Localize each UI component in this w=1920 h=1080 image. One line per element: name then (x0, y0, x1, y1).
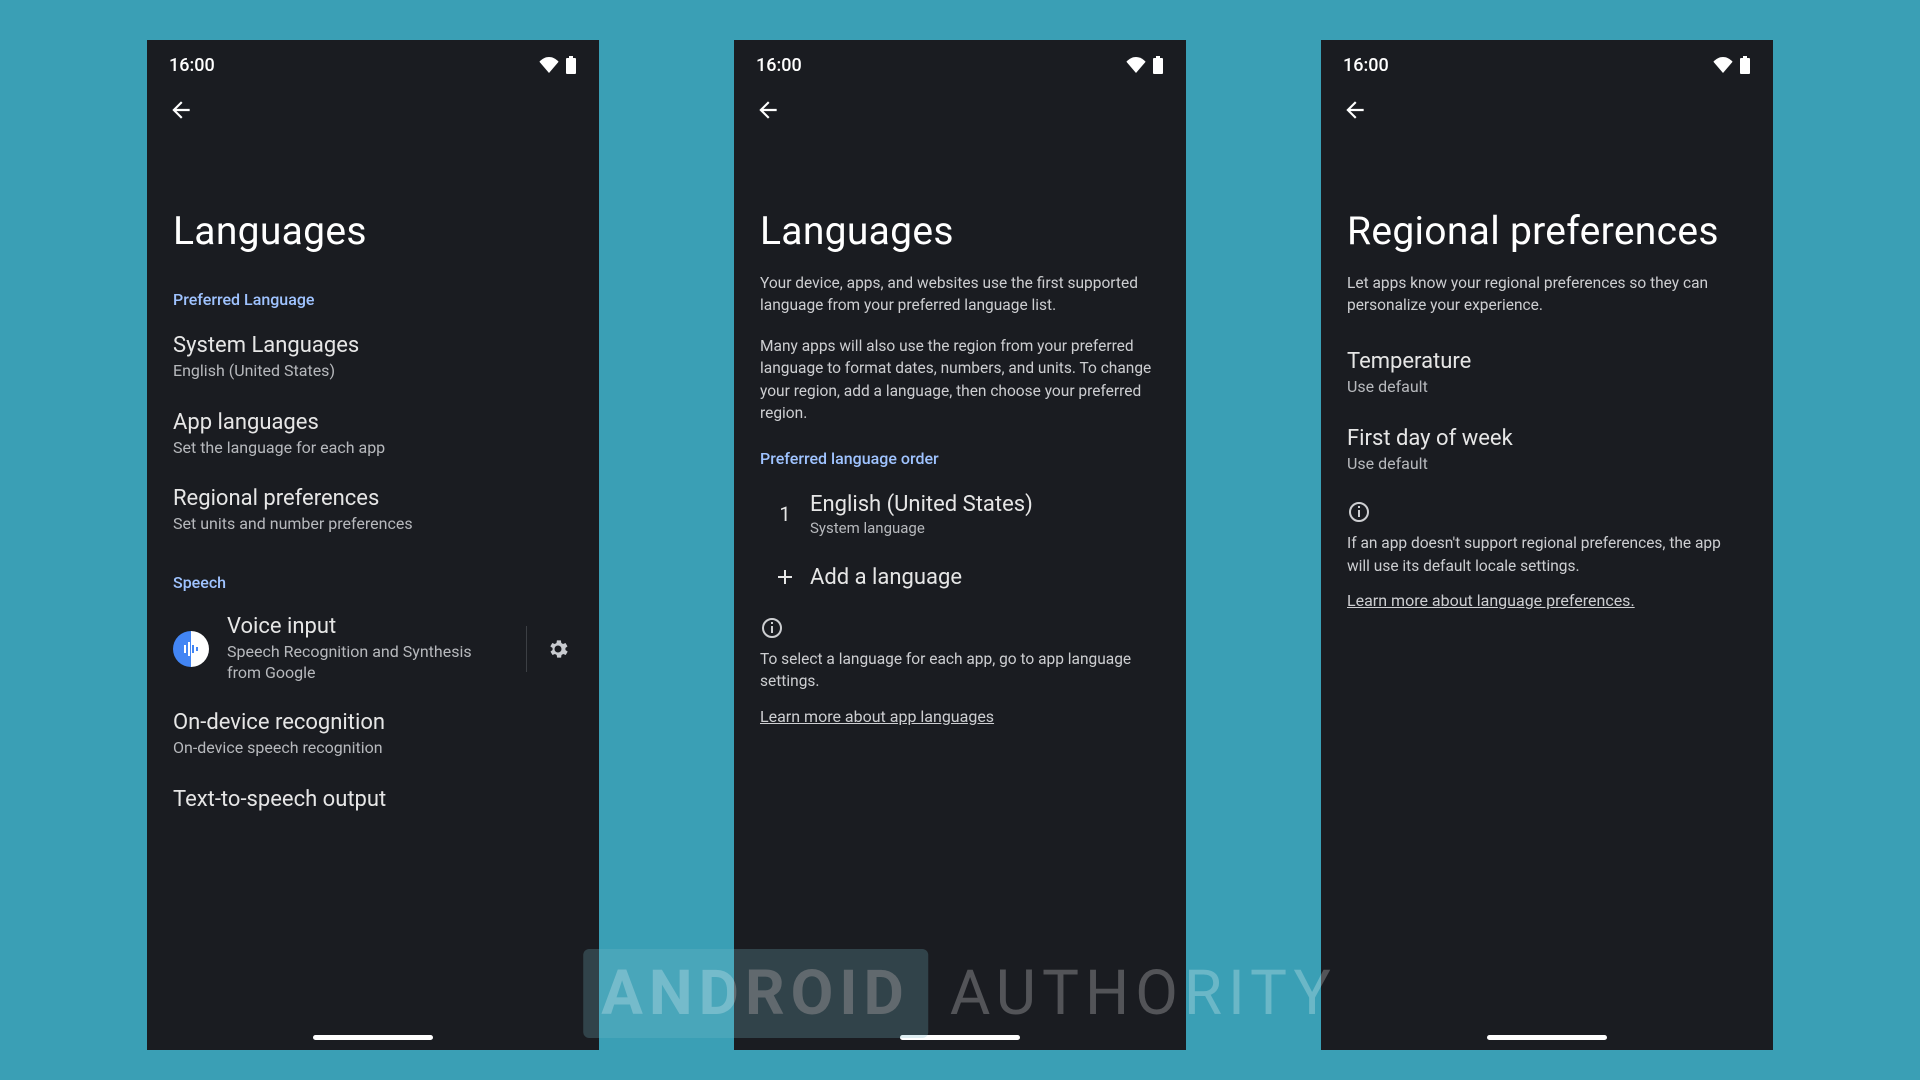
phone-screen-languages-detail: 16:00 Languages Your device, apps, and w… (734, 40, 1186, 1050)
info-text: To select a language for each app, go to… (760, 648, 1160, 693)
language-name: English (United States) (810, 492, 1160, 517)
page-title: Languages (760, 208, 1160, 254)
status-bar: 16:00 (1321, 40, 1773, 84)
back-button[interactable] (754, 96, 782, 124)
gesture-nav-pill[interactable] (1487, 1035, 1607, 1040)
voice-input-app-icon (173, 631, 209, 667)
status-time: 16:00 (1343, 55, 1389, 76)
info-icon (1347, 500, 1747, 524)
intro-paragraph: Let apps know your regional preferences … (1347, 272, 1747, 317)
item-subtitle: Speech Recognition and Synthesis from Go… (227, 641, 477, 684)
add-language-label: Add a language (810, 565, 1160, 590)
info-text: If an app doesn't support regional prefe… (1347, 532, 1747, 577)
wifi-icon (1126, 57, 1146, 73)
item-subtitle: English (United States) (173, 360, 573, 382)
item-regional-preferences[interactable]: Regional preferences Set units and numbe… (173, 472, 573, 549)
learn-more-link[interactable]: Learn more about language preferences. (1347, 591, 1635, 610)
item-system-languages[interactable]: System Languages English (United States) (173, 319, 573, 396)
stage: 16:00 Languages Preferred Language Syste… (0, 0, 1920, 1080)
item-tts-output[interactable]: Text-to-speech output (173, 773, 573, 826)
item-app-languages[interactable]: App languages Set the language for each … (173, 396, 573, 473)
wifi-icon (1713, 57, 1733, 73)
back-button[interactable] (167, 96, 195, 124)
wifi-icon (539, 57, 559, 73)
phone-screen-regional-preferences: 16:00 Regional preferences Let apps know… (1321, 40, 1773, 1050)
section-preferred-language: Preferred Language (173, 290, 573, 309)
status-bar: 16:00 (734, 40, 1186, 84)
item-title: Voice input (227, 614, 498, 639)
status-time: 16:00 (169, 55, 215, 76)
back-button[interactable] (1341, 96, 1369, 124)
voice-input-settings-button[interactable] (543, 634, 573, 664)
arrow-left-icon (168, 97, 194, 123)
item-subtitle: Set units and number preferences (173, 513, 573, 535)
learn-more-link[interactable]: Learn more about app languages (760, 707, 994, 726)
item-subtitle: Set the language for each app (173, 437, 573, 459)
item-subtitle: Use default (1347, 453, 1747, 475)
item-subtitle: Use default (1347, 376, 1747, 398)
status-time: 16:00 (756, 55, 802, 76)
item-temperature[interactable]: Temperature Use default (1347, 335, 1747, 412)
gesture-nav-pill[interactable] (313, 1035, 433, 1040)
language-subtitle: System language (810, 519, 1160, 537)
item-title: System Languages (173, 333, 573, 358)
page-title: Regional preferences (1347, 208, 1747, 254)
item-voice-input[interactable]: Voice input Speech Recognition and Synth… (173, 602, 573, 696)
item-title: Regional preferences (173, 486, 573, 511)
item-title: Text-to-speech output (173, 787, 573, 812)
language-order-number: 1 (760, 502, 810, 526)
item-on-device-recognition[interactable]: On-device recognition On-device speech r… (173, 696, 573, 773)
language-row-1[interactable]: 1 English (United States) System languag… (760, 478, 1160, 551)
info-icon (760, 616, 1160, 640)
plus-icon (773, 565, 797, 589)
intro-paragraph-2: Many apps will also use the region from … (760, 335, 1160, 425)
divider (526, 626, 527, 672)
page-title: Languages (173, 208, 573, 254)
intro-paragraph-1: Your device, apps, and websites use the … (760, 272, 1160, 317)
item-first-day-of-week[interactable]: First day of week Use default (1347, 412, 1747, 489)
add-language-button[interactable]: Add a language (760, 551, 1160, 604)
section-language-order: Preferred language order (760, 449, 1160, 468)
battery-icon (1152, 56, 1164, 74)
item-title: App languages (173, 410, 573, 435)
gesture-nav-pill[interactable] (900, 1035, 1020, 1040)
phone-screen-languages-overview: 16:00 Languages Preferred Language Syste… (147, 40, 599, 1050)
status-bar: 16:00 (147, 40, 599, 84)
item-title: On-device recognition (173, 710, 573, 735)
battery-icon (565, 56, 577, 74)
item-subtitle: On-device speech recognition (173, 737, 573, 759)
item-title: Temperature (1347, 349, 1747, 374)
gear-icon (546, 637, 570, 661)
arrow-left-icon (1342, 97, 1368, 123)
arrow-left-icon (755, 97, 781, 123)
section-speech: Speech (173, 573, 573, 592)
battery-icon (1739, 56, 1751, 74)
item-title: First day of week (1347, 426, 1747, 451)
